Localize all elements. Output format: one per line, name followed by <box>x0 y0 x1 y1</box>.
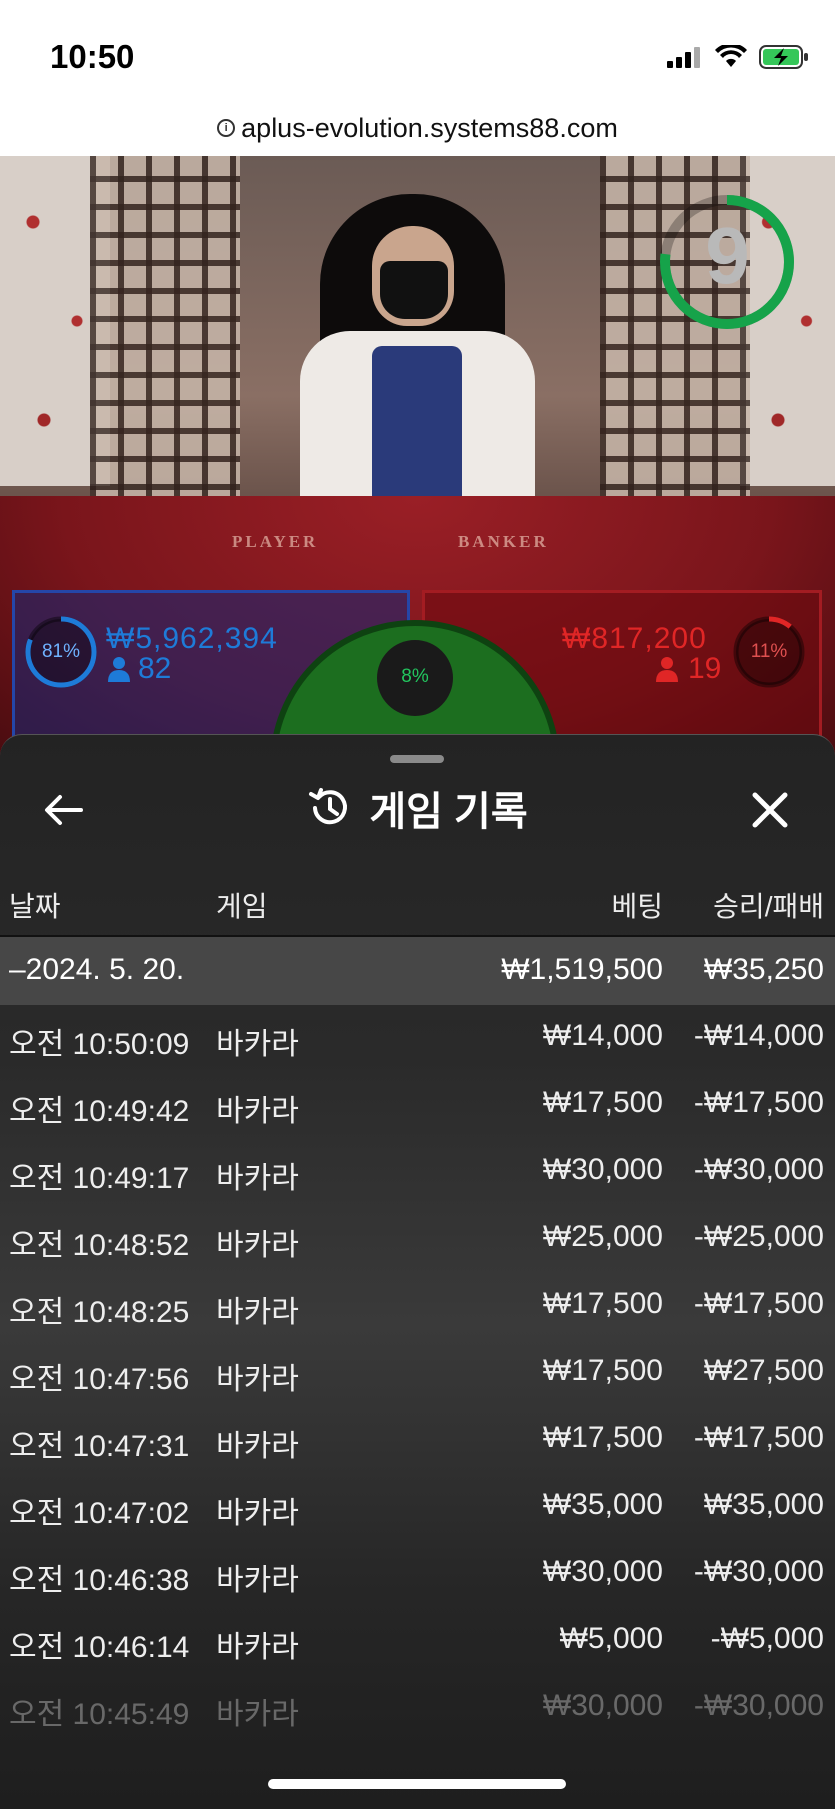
row-win-loss: -₩25,000 <box>693 1220 824 1253</box>
address-bar[interactable]: i aplus-evolution.systems88.com <box>0 100 835 156</box>
row-game: 바카라 <box>216 1564 299 1597</box>
row-win-loss: -₩5,000 <box>710 1622 824 1655</box>
row-bet: ₩30,000 <box>542 1689 663 1722</box>
row-bet: ₩17,500 <box>542 1086 663 1119</box>
table-label-player: PLAYER <box>232 532 319 551</box>
row-bet: ₩35,000 <box>542 1488 663 1521</box>
wifi-icon <box>715 45 747 67</box>
date-group-bet-total: ₩1,519,500 <box>501 953 663 986</box>
history-row[interactable]: 오전 10:49:42 바카라 ₩17,500 -₩17,500 <box>0 1072 835 1139</box>
row-bet: ₩17,500 <box>542 1287 663 1320</box>
countdown-value: 9 <box>705 211 750 300</box>
date-group-row[interactable]: –2024. 5. 20. ₩1,519,500 ₩35,250 <box>0 937 835 1005</box>
row-win-loss: ₩27,500 <box>703 1354 824 1387</box>
sheet-header: 게임 기록 <box>0 779 835 837</box>
row-time: 오전 10:49:42 <box>9 1095 190 1128</box>
history-row[interactable]: 오전 10:49:17 바카라 ₩30,000 -₩30,000 <box>0 1139 835 1206</box>
battery-charging-icon <box>759 45 808 69</box>
row-time: 오전 10:49:17 <box>9 1162 190 1195</box>
row-game: 바카라 <box>216 1698 299 1731</box>
banker-percent: 11% <box>750 641 788 662</box>
status-icons <box>667 44 809 70</box>
row-time: 오전 10:50:09 <box>9 1028 190 1061</box>
column-header-win-loss: 승리/패배 <box>713 891 824 922</box>
info-icon[interactable]: i <box>217 119 236 137</box>
history-row[interactable]: 오전 10:46:14 바카라 ₩5,000 -₩5,000 <box>0 1608 835 1675</box>
sheet-drag-handle[interactable] <box>390 755 444 763</box>
player-bet-amount: ₩5,962,394 <box>106 622 278 655</box>
row-win-loss: -₩30,000 <box>693 1689 824 1722</box>
row-time: 오전 10:46:14 <box>9 1631 190 1664</box>
history-icon <box>309 788 348 825</box>
url-text: aplus-evolution.systems88.com <box>241 112 618 143</box>
history-row[interactable]: 오전 10:47:31 바카라 ₩17,500 -₩17,500 <box>0 1407 835 1474</box>
row-time: 오전 10:48:25 <box>9 1296 190 1329</box>
player-percent: 81% <box>41 641 81 662</box>
history-row[interactable]: 오전 10:50:09 바카라 ₩14,000 -₩14,000 <box>0 1005 835 1072</box>
row-game: 바카라 <box>216 1229 299 1262</box>
table-label-banker: BANKER <box>458 532 549 551</box>
column-header-game: 게임 <box>216 891 268 922</box>
row-game: 바카라 <box>216 1497 299 1530</box>
row-game: 바카라 <box>216 1631 299 1664</box>
row-bet: ₩5,000 <box>559 1622 663 1655</box>
row-time: 오전 10:47:56 <box>9 1363 190 1396</box>
status-time: 10:50 <box>50 38 135 75</box>
close-button[interactable] <box>745 785 795 835</box>
row-bet: ₩30,000 <box>542 1555 663 1588</box>
row-bet: ₩25,000 <box>542 1220 663 1253</box>
row-win-loss: -₩30,000 <box>693 1153 824 1186</box>
home-indicator[interactable] <box>268 1779 566 1789</box>
row-bet: ₩17,500 <box>542 1354 663 1387</box>
row-win-loss: -₩17,500 <box>693 1287 824 1320</box>
sheet-title: 게임 기록 <box>369 790 528 834</box>
user-icon <box>108 657 130 682</box>
tie-percent: 8% <box>401 666 429 687</box>
row-bet: ₩14,000 <box>542 1019 663 1052</box>
history-row[interactable]: 오전 10:48:25 바카라 ₩17,500 -₩17,500 <box>0 1273 835 1340</box>
row-game: 바카라 <box>216 1296 299 1329</box>
column-header-date: 날짜 <box>9 891 61 922</box>
dealer-mask <box>380 261 448 319</box>
column-header-bet: 베팅 <box>611 891 663 922</box>
row-win-loss: -₩30,000 <box>693 1555 824 1588</box>
history-row[interactable]: 오전 10:45:49 바카라 ₩30,000 -₩30,000 <box>0 1675 835 1742</box>
player-bettor-count: 82 <box>138 652 172 685</box>
row-game: 바카라 <box>216 1095 299 1128</box>
history-row[interactable]: 오전 10:47:56 바카라 ₩17,500 ₩27,500 <box>0 1340 835 1407</box>
user-icon <box>656 657 678 682</box>
row-bet: ₩30,000 <box>542 1153 663 1186</box>
row-game: 바카라 <box>216 1028 299 1061</box>
row-bet: ₩17,500 <box>542 1421 663 1454</box>
row-time: 오전 10:45:49 <box>9 1698 190 1731</box>
row-win-loss: ₩35,000 <box>703 1488 824 1521</box>
date-group-label: –2024. 5. 20. <box>9 953 185 986</box>
history-row[interactable]: 오전 10:47:02 바카라 ₩35,000 ₩35,000 <box>0 1474 835 1541</box>
signal-icon <box>667 47 700 68</box>
row-time: 오전 10:47:31 <box>9 1430 190 1463</box>
row-time: 오전 10:48:52 <box>9 1229 190 1262</box>
row-game: 바카라 <box>216 1430 299 1463</box>
row-game: 바카라 <box>216 1363 299 1396</box>
history-row[interactable]: 오전 10:48:52 바카라 ₩25,000 -₩25,000 <box>0 1206 835 1273</box>
close-icon <box>752 792 788 828</box>
row-win-loss: -₩14,000 <box>693 1019 824 1052</box>
row-time: 오전 10:47:02 <box>9 1497 190 1530</box>
game-history-sheet: 게임 기록 날짜 게임 베팅 승리/패배 –2024. 5. 20. ₩1,51… <box>0 734 835 1809</box>
row-game: 바카라 <box>216 1162 299 1195</box>
banker-bettor-count: 19 <box>688 652 722 685</box>
row-win-loss: -₩17,500 <box>693 1086 824 1119</box>
row-win-loss: -₩17,500 <box>693 1421 824 1454</box>
history-row[interactable]: 오전 10:46:38 바카라 ₩30,000 -₩30,000 <box>0 1541 835 1608</box>
background-lattice <box>90 156 240 546</box>
row-time: 오전 10:46:38 <box>9 1564 190 1597</box>
banker-bet-amount: ₩817,200 <box>562 622 707 655</box>
status-bar: 10:50 <box>0 0 835 100</box>
date-group-win-loss-total: ₩35,250 <box>703 953 824 986</box>
